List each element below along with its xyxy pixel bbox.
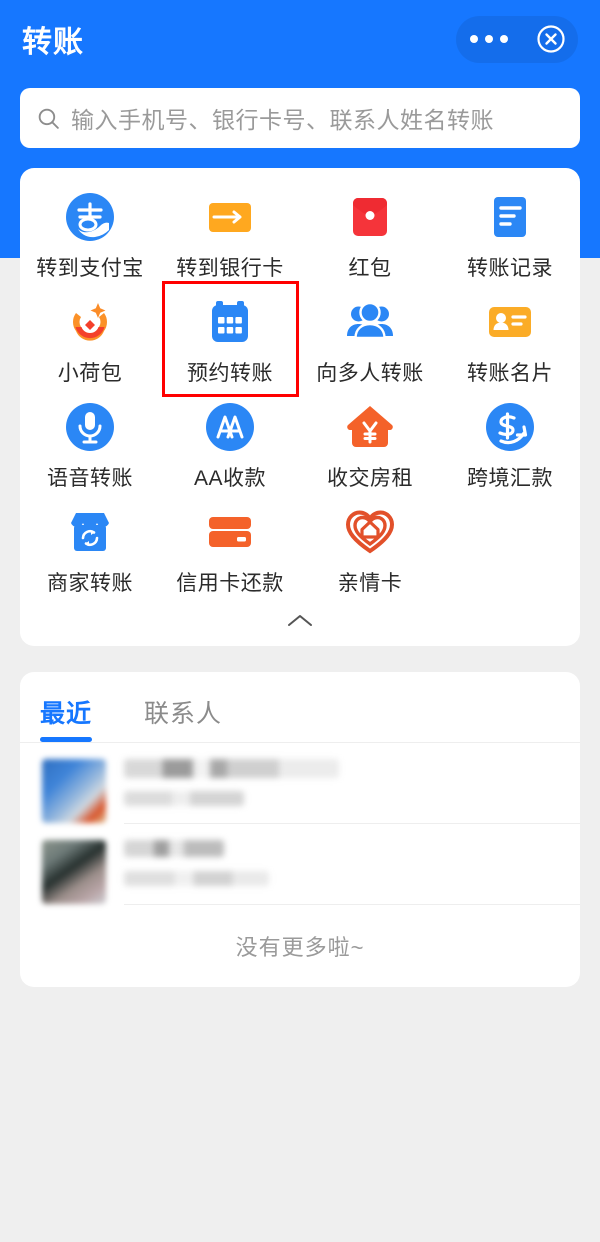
function-grid-card: 转到支付宝 转到银行卡 红包 转账记录 小荷包 预约转账 向多人转账 转账名片 … <box>20 168 580 646</box>
house-yuan-icon <box>342 399 398 455</box>
title-bar: 转账 <box>0 0 600 78</box>
grid-item-label: 转账记录 <box>467 257 553 280</box>
bank-card-arrow-icon <box>202 189 258 245</box>
contact-card-icon <box>482 294 538 350</box>
grid-item-transfer-records[interactable]: 转账记录 <box>440 180 580 285</box>
function-grid: 转到支付宝 转到银行卡 红包 转账记录 小荷包 预约转账 向多人转账 转账名片 … <box>20 180 580 600</box>
grid-item-label: 转账名片 <box>467 362 553 385</box>
grid-item-label: 转到银行卡 <box>176 257 284 280</box>
collapse-grid-button[interactable] <box>20 600 580 646</box>
credit-card-icon <box>202 504 258 560</box>
close-circle-icon[interactable] <box>522 24 579 54</box>
search-bar[interactable]: 输入手机号、银行卡号、联系人姓名转账 <box>20 88 580 148</box>
grid-item-family-card[interactable]: 亲情卡 <box>300 495 440 600</box>
contact-subtitle <box>124 791 244 806</box>
red-packet-icon <box>342 189 398 245</box>
grid-item-scheduled-transfer[interactable]: 预约转账 <box>160 281 300 397</box>
grid-item-label: 语音转账 <box>47 467 133 490</box>
mini-program-capsule[interactable] <box>456 15 579 63</box>
page-title: 转账 <box>22 26 84 59</box>
tab-contacts[interactable]: 联系人 <box>144 694 222 742</box>
search-icon <box>36 106 61 131</box>
alipay-logo-icon <box>62 189 118 245</box>
grid-item-red-packet[interactable]: 红包 <box>300 180 440 285</box>
grid-item-transfer-card[interactable]: 转账名片 <box>440 285 580 390</box>
grid-item-label: AA收款 <box>193 467 266 490</box>
no-more-text: 没有更多啦~ <box>235 935 365 960</box>
dollar-arrow-icon <box>482 399 538 455</box>
grid-item-merchant-transfer[interactable]: 商家转账 <box>20 495 160 600</box>
grid-item-label: 预约转账 <box>187 362 273 385</box>
heart-house-icon <box>342 504 398 560</box>
grid-item-bank-card-transfer[interactable]: 转到银行卡 <box>160 180 300 285</box>
grid-item-little-pouch[interactable]: 小荷包 <box>20 285 160 390</box>
table-row[interactable] <box>20 824 580 904</box>
aa-split-icon <box>202 399 258 455</box>
contact-subtitle <box>124 871 269 886</box>
transfer-record-icon <box>482 189 538 245</box>
grid-item-label: 收交房租 <box>327 467 413 490</box>
grid-item-label: 小荷包 <box>57 362 123 385</box>
grid-item-label: 红包 <box>348 257 392 280</box>
avatar <box>42 759 106 823</box>
grid-item-cross-border-remit[interactable]: 跨境汇款 <box>440 390 580 495</box>
calendar-icon <box>202 294 258 350</box>
grid-item-credit-card-repay[interactable]: 信用卡还款 <box>160 495 300 600</box>
grid-item-rent[interactable]: 收交房租 <box>300 390 440 495</box>
grid-item-label: 跨境汇款 <box>467 467 553 490</box>
grid-item-aa-collect[interactable]: AA收款 <box>160 390 300 495</box>
list-item-text <box>124 840 558 904</box>
list-tabs: 最近 联系人 <box>20 672 580 742</box>
grid-item-label: 转到支付宝 <box>36 257 144 280</box>
contact-name <box>124 840 224 857</box>
grid-item-alipay-transfer[interactable]: 转到支付宝 <box>20 180 160 285</box>
microphone-icon <box>62 399 118 455</box>
list-item-text <box>124 759 558 823</box>
chevron-up-icon <box>285 612 315 635</box>
grid-item-multi-person-transfer[interactable]: 向多人转账 <box>300 285 440 390</box>
grid-item-label: 向多人转账 <box>316 362 424 385</box>
transfer-page: 转账 输入手机号、银行卡号、联系人姓名转账 转到支付宝 转到银行卡 红包 转账记… <box>0 0 600 1242</box>
table-row[interactable] <box>20 743 580 823</box>
tab-recent[interactable]: 最近 <box>40 694 93 742</box>
avatar <box>42 840 106 904</box>
grid-item-voice-transfer[interactable]: 语音转账 <box>20 390 160 495</box>
contact-name <box>124 759 339 778</box>
grid-item-label: 商家转账 <box>47 572 133 595</box>
multiple-people-icon <box>342 294 398 350</box>
grid-item-label: 信用卡还款 <box>176 572 284 595</box>
more-dots-icon[interactable] <box>456 35 522 43</box>
recent-contacts-card: 最近 联系人 没有更多啦~ <box>20 672 580 987</box>
pouch-sparkle-icon <box>62 294 118 350</box>
search-input[interactable]: 输入手机号、银行卡号、联系人姓名转账 <box>71 101 494 135</box>
merchant-shop-icon <box>62 504 118 560</box>
grid-item-label: 亲情卡 <box>337 572 403 595</box>
